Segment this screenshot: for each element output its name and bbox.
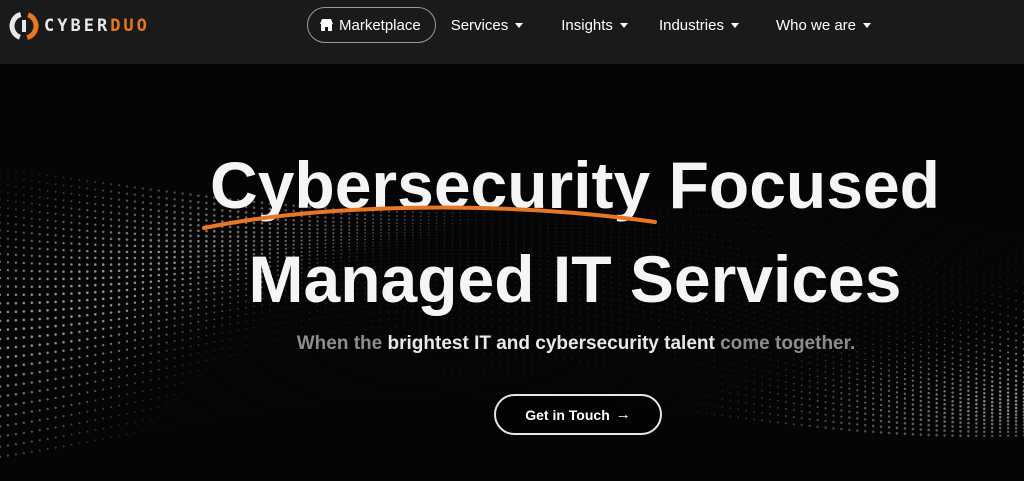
nav-item-label: Who we are: [775, 16, 857, 34]
nav-item-insights[interactable]: Insights: [561, 17, 628, 34]
page: CYBERDUO Marketplace Services Insights I…: [0, 0, 1024, 481]
arrow-right-icon: →: [615, 406, 631, 423]
nav-item-services[interactable]: Services: [451, 17, 524, 34]
nav-item-industries[interactable]: Industries: [659, 17, 739, 34]
main-nav: Marketplace Services Insights Industries…: [307, 6, 872, 44]
logo[interactable]: CYBERDUO: [8, 11, 150, 41]
nav-marketplace-button[interactable]: Marketplace: [307, 7, 436, 43]
nav-item-label: Services: [450, 16, 509, 34]
logo-wordmark: CYBERDUO: [44, 16, 150, 36]
cyberduo-logo-icon: [9, 11, 39, 41]
store-icon: [320, 19, 333, 31]
caret-down-icon: [730, 23, 739, 28]
nav-item-who-we-are[interactable]: Who we are: [775, 16, 872, 34]
site-header: CYBERDUO Marketplace Services Insights I…: [0, 0, 1024, 64]
caret-down-icon: [863, 23, 872, 28]
cta-label: Get in Touch: [525, 406, 610, 423]
hero-title-line2: Managed IT Services: [248, 242, 902, 316]
hero-tagline: When the brightest IT and cybersecurity …: [296, 333, 856, 354]
nav-marketplace-label: Marketplace: [339, 16, 421, 34]
title-underline-swoosh: [202, 205, 657, 230]
caret-down-icon: [619, 23, 628, 28]
caret-down-icon: [515, 23, 524, 28]
get-in-touch-button[interactable]: Get in Touch →: [494, 394, 662, 435]
nav-item-label: Industries: [658, 16, 724, 34]
nav-item-label: Insights: [561, 16, 613, 34]
